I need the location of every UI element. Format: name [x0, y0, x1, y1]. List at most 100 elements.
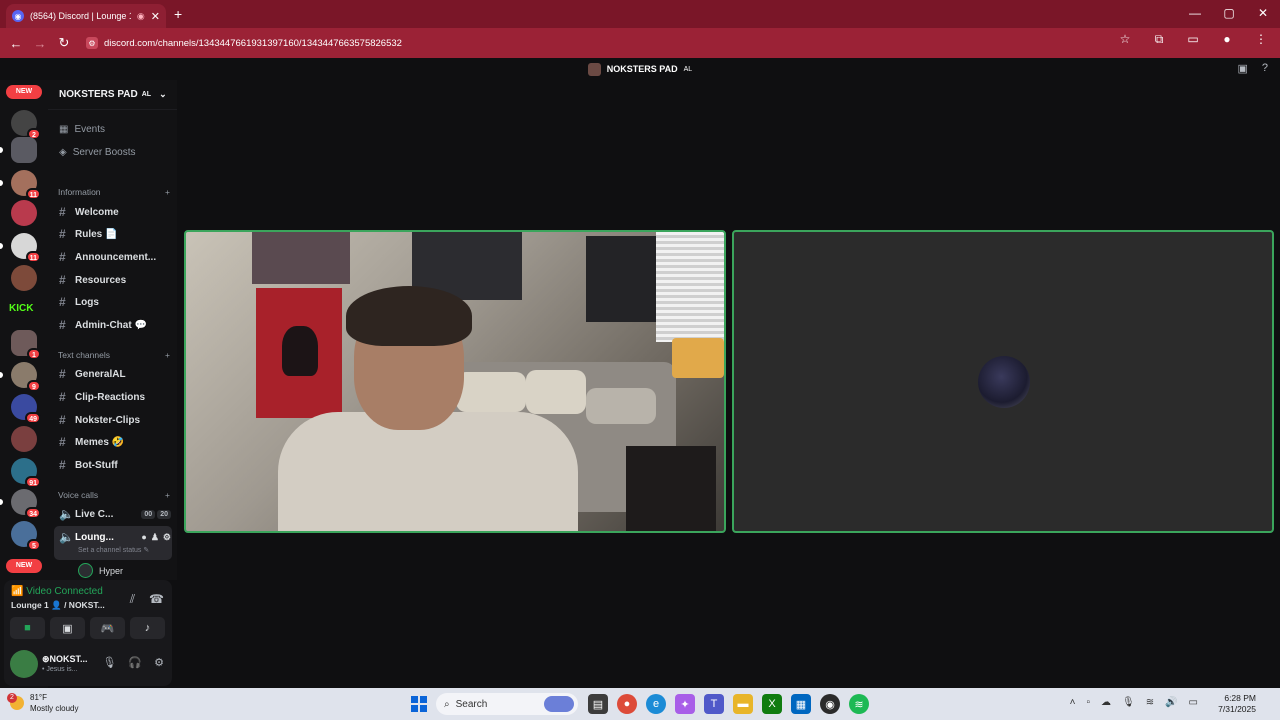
channel-admin-chat[interactable]: # Admin-Chat 💬 — [59, 318, 171, 332]
clock[interactable]: 6:28 PM 7/31/2025 — [1218, 693, 1256, 715]
video-tile-participant[interactable] — [732, 230, 1274, 533]
battery-icon[interactable]: ▭ — [1189, 697, 1198, 708]
server-icon-1[interactable]: 2 — [11, 110, 41, 140]
url-field[interactable]: ⚙ discord.com/channels/13434476619313971… — [86, 32, 1126, 54]
chevron-up-icon[interactable]: ˄ — [1070, 697, 1076, 708]
headphones-icon[interactable]: 🎧 — [128, 656, 142, 669]
minimize-button[interactable]: — — [1178, 0, 1212, 28]
bookmark-star-icon[interactable]: ☆ — [1114, 32, 1136, 47]
category-voice-calls[interactable]: Voice calls + — [58, 490, 170, 500]
unread-indicator — [0, 180, 3, 186]
server-icon-8[interactable]: 9 — [11, 362, 41, 392]
camera-button[interactable]: ■ — [10, 617, 45, 639]
speaker-icon: 🔈 — [59, 530, 74, 544]
server-boosts-link[interactable]: ◈ Server Boosts — [59, 147, 136, 158]
site-info-icon[interactable]: ⚙ — [86, 37, 98, 49]
server-icon-12[interactable]: 34 — [11, 489, 41, 519]
category-text-channels[interactable]: Text channels + — [58, 350, 170, 360]
close-window-button[interactable]: ✕ — [1246, 0, 1280, 28]
user-name[interactable]: ⊛NOKST... — [42, 654, 88, 665]
store-icon[interactable]: ▦ — [791, 694, 811, 714]
taskbar-search[interactable]: ⌕ Search — [436, 693, 578, 715]
person-torso — [278, 412, 578, 531]
channel-clip-reactions[interactable]: # Clip-Reactions — [59, 390, 171, 404]
voice-channel-lounge[interactable]: 🔈 Loung... ● ♟ ⚙ — [59, 530, 171, 544]
server-icon-3[interactable]: 11 — [11, 170, 41, 200]
server-header[interactable]: NOKSTERS PAD AL ⌄ — [48, 80, 177, 110]
extensions-icon[interactable]: ⧉ — [1148, 32, 1170, 47]
teams-icon[interactable]: T — [704, 694, 724, 714]
inbox-icon[interactable]: ▣ — [1237, 62, 1247, 75]
add-channel-icon[interactable]: + — [165, 490, 170, 500]
cast-icon[interactable]: ▭ — [1182, 32, 1204, 47]
channel-nokster-clips[interactable]: # Nokster-Clips — [59, 413, 171, 427]
channel-rules[interactable]: # Rules 📄 — [59, 227, 171, 241]
channel-general[interactable]: # GeneralAL — [59, 367, 171, 381]
new-servers-pill[interactable]: NEW — [6, 559, 42, 573]
browser-tab[interactable]: ◉ (8564) Discord | Lounge 1 | NOKS... ◉ … — [6, 4, 166, 28]
forward-arrow-icon[interactable]: → — [28, 36, 52, 51]
server-icon-6[interactable] — [11, 265, 37, 291]
invite-user-icon[interactable]: ♟ — [151, 532, 159, 543]
server-icon-7[interactable]: 1 — [11, 330, 41, 360]
start-button[interactable] — [411, 696, 427, 712]
reload-icon[interactable]: ↻ — [52, 35, 76, 51]
maximize-button[interactable]: ▢ — [1212, 0, 1246, 28]
server-icon-13[interactable]: 5 — [11, 521, 41, 551]
help-icon[interactable]: ? — [1262, 62, 1268, 75]
cloud-icon[interactable]: ☁ — [1101, 697, 1111, 708]
kick-server-icon[interactable]: KICK — [9, 303, 33, 314]
add-channel-icon[interactable]: + — [165, 350, 170, 360]
xbox-icon[interactable]: X — [762, 694, 782, 714]
add-channel-icon[interactable]: + — [165, 187, 170, 197]
server-icon-4[interactable] — [11, 200, 37, 226]
channel-announcements[interactable]: # Announcement... — [59, 250, 171, 264]
file-explorer-icon[interactable]: ▬ — [733, 694, 753, 714]
server-icon-11[interactable]: 91 — [11, 458, 41, 488]
channel-resources[interactable]: # Resources — [59, 273, 171, 287]
video-tile-camera[interactable] — [184, 230, 726, 533]
gear-icon[interactable]: ⚙ — [154, 656, 164, 669]
channel-bot-stuff[interactable]: # Bot-Stuff — [59, 458, 171, 472]
microphone-icon[interactable]: 🎙 — [1122, 697, 1135, 708]
server-icon-9[interactable]: 49 — [11, 394, 41, 424]
screen-share-button[interactable]: ▣ — [50, 617, 85, 639]
activity-button[interactable]: 🎮 — [90, 617, 125, 639]
channel-status-hint[interactable]: Set a channel status ✎ — [78, 546, 149, 554]
back-arrow-icon[interactable]: ← — [4, 36, 28, 51]
new-servers-pill[interactable]: NEW — [6, 85, 42, 99]
tray-app-icon[interactable]: ▫ — [1086, 697, 1090, 708]
browser-menu-icon[interactable]: ⋮ — [1250, 32, 1272, 47]
copilot-icon[interactable]: ✦ — [675, 694, 695, 714]
voice-status[interactable]: 📶 Video Connected — [11, 586, 103, 597]
channel-welcome[interactable]: # Welcome — [59, 205, 171, 219]
wifi-icon[interactable]: ≋ — [1146, 697, 1154, 708]
profile-icon[interactable]: ● — [1216, 32, 1238, 47]
category-information[interactable]: Information + — [58, 187, 170, 197]
avatar[interactable] — [10, 650, 38, 678]
voice-member[interactable]: Hyper — [78, 563, 123, 578]
channel-memes[interactable]: # Memes 🤣 — [59, 435, 171, 449]
channel-logs[interactable]: # Logs — [59, 295, 171, 309]
task-view-icon[interactable]: ▤ — [588, 694, 608, 714]
server-icon-2[interactable] — [11, 137, 37, 163]
voice-channel-live[interactable]: 🔈 Live C... 00 20 — [59, 507, 171, 521]
microphone-icon[interactable]: 🎙 — [102, 656, 116, 669]
disconnect-icon[interactable]: ☎ — [149, 592, 164, 607]
spotify-icon[interactable]: ≋ — [849, 694, 869, 714]
server-icon-10[interactable] — [11, 426, 37, 452]
tab-close-icon[interactable]: ✕ — [151, 10, 160, 23]
obs-icon[interactable]: ◉ — [820, 694, 840, 714]
server-icon-5[interactable]: 11 — [11, 233, 41, 263]
new-tab-icon[interactable]: + — [174, 6, 182, 22]
volume-icon[interactable]: 🔊 — [1165, 697, 1177, 708]
noise-suppression-icon[interactable]: ⫽ — [130, 592, 135, 607]
chrome-icon[interactable]: ● — [617, 694, 637, 714]
voice-location[interactable]: Lounge 1 👤 / NOKST... — [11, 600, 105, 611]
events-link[interactable]: ▦ Events — [59, 124, 105, 135]
edge-icon[interactable]: e — [646, 694, 666, 714]
weather-widget[interactable]: 2 81°F Mostly cloudy — [7, 692, 78, 714]
chat-bubble-icon[interactable]: ● — [141, 532, 146, 543]
soundboard-button[interactable]: ♪ — [130, 617, 165, 639]
gear-icon[interactable]: ⚙ — [163, 532, 171, 543]
